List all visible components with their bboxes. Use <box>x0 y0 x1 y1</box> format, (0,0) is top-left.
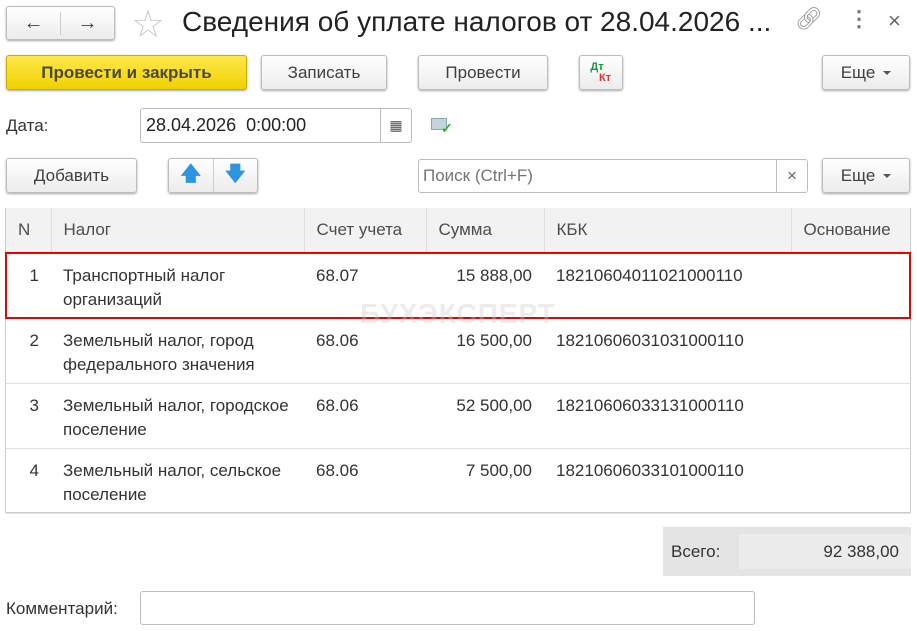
table-row[interactable]: 4 Земельный налог, сельское поселение 68… <box>6 448 910 514</box>
post-and-close-button[interactable]: Провести и закрыть <box>6 55 247 90</box>
cell-kbk: 18210606033131000110 <box>544 383 791 449</box>
favorite-star-icon[interactable]: ☆ <box>131 2 165 47</box>
cell-n: 4 <box>6 448 51 514</box>
table-row[interactable]: 3 Земельный налог, городское поселение 6… <box>6 383 910 449</box>
taxes-table: N Налог Счет учета Сумма КБК Основание 1… <box>5 208 911 514</box>
more-label: Еще <box>840 165 876 185</box>
more-vertical-icon[interactable]: ⋮ <box>848 6 870 32</box>
cell-n: 2 <box>6 318 51 384</box>
total-label: Всего: <box>671 541 721 561</box>
cell-basis <box>791 318 910 384</box>
caret-down-icon <box>883 70 892 75</box>
cell-account: 68.06 <box>304 448 426 514</box>
column-header-basis[interactable]: Основание <box>791 208 910 254</box>
close-icon[interactable]: × <box>888 8 901 34</box>
post-button[interactable]: Провести <box>418 55 548 90</box>
column-header-tax[interactable]: Налог <box>51 208 305 254</box>
column-header-kbk[interactable]: КБК <box>544 208 792 254</box>
date-value: 28.04.2026 0:00:00 <box>146 115 307 135</box>
move-down-arrow-icon[interactable]: 🡇 <box>214 159 258 193</box>
nav-buttons: ← → <box>6 6 115 40</box>
move-buttons: 🡅 🡇 <box>168 158 258 193</box>
cell-basis <box>791 252 911 319</box>
link-icon[interactable]: 🔗︎ <box>795 6 823 32</box>
cell-basis <box>791 448 910 514</box>
dt-label: Дт <box>590 60 604 73</box>
column-header-n[interactable]: N <box>6 208 52 254</box>
date-label: Дата: <box>6 116 49 135</box>
cell-tax: Земельный налог, городское поселение <box>51 383 304 449</box>
back-arrow-icon[interactable]: ← <box>7 11 61 35</box>
watermark: БУХЭКСПЕРТ <box>360 298 556 329</box>
clear-search-icon[interactable]: × <box>776 160 807 192</box>
total-value: 92 388,00 <box>739 534 911 569</box>
cell-n: 3 <box>6 383 51 449</box>
cell-sum: 7 500,00 <box>426 448 544 514</box>
date-field[interactable]: 28.04.2026 0:00:00 ▦ <box>140 108 412 143</box>
cell-sum: 52 500,00 <box>426 383 544 449</box>
column-header-account[interactable]: Счет учета <box>304 208 427 254</box>
more-label: Еще <box>840 62 876 82</box>
move-up-arrow-icon[interactable]: 🡅 <box>169 158 214 193</box>
cell-tax: Земельный налог, город федерального знач… <box>51 318 304 384</box>
total-panel: Всего: 92 388,00 <box>663 527 911 576</box>
save-button[interactable]: Записать <box>261 55 387 90</box>
comment-input[interactable] <box>140 591 755 625</box>
page-title: Сведения об уплате налогов от 28.04.2026… <box>182 6 772 37</box>
cell-account: 68.06 <box>304 383 426 449</box>
document-check-icon[interactable]: ✓ <box>431 116 453 136</box>
table-more-button[interactable]: Еще <box>822 158 910 193</box>
add-button[interactable]: Добавить <box>6 158 137 193</box>
cell-kbk: 18210604011021000110 <box>544 252 791 319</box>
comment-label: Комментарий: <box>6 599 118 618</box>
caret-down-icon <box>883 173 892 178</box>
cell-kbk: 18210606033101000110 <box>544 448 791 514</box>
calendar-icon[interactable]: ▦ <box>380 109 411 142</box>
cell-kbk: 18210606031031000110 <box>544 318 791 384</box>
more-button[interactable]: Еще <box>822 55 910 90</box>
search-input[interactable] <box>419 165 776 187</box>
cell-tax: Транспортный налог организаций <box>51 252 304 319</box>
cell-n: 1 <box>5 252 51 319</box>
cell-tax: Земельный налог, сельское поселение <box>51 448 304 514</box>
kt-label: Кт <box>598 71 612 84</box>
search-field[interactable]: × <box>418 159 808 193</box>
dt-kt-button[interactable]: Дт Кт <box>579 55 623 90</box>
column-header-sum[interactable]: Сумма <box>426 208 545 254</box>
forward-arrow-icon[interactable]: → <box>61 12 114 35</box>
cell-basis <box>791 383 910 449</box>
